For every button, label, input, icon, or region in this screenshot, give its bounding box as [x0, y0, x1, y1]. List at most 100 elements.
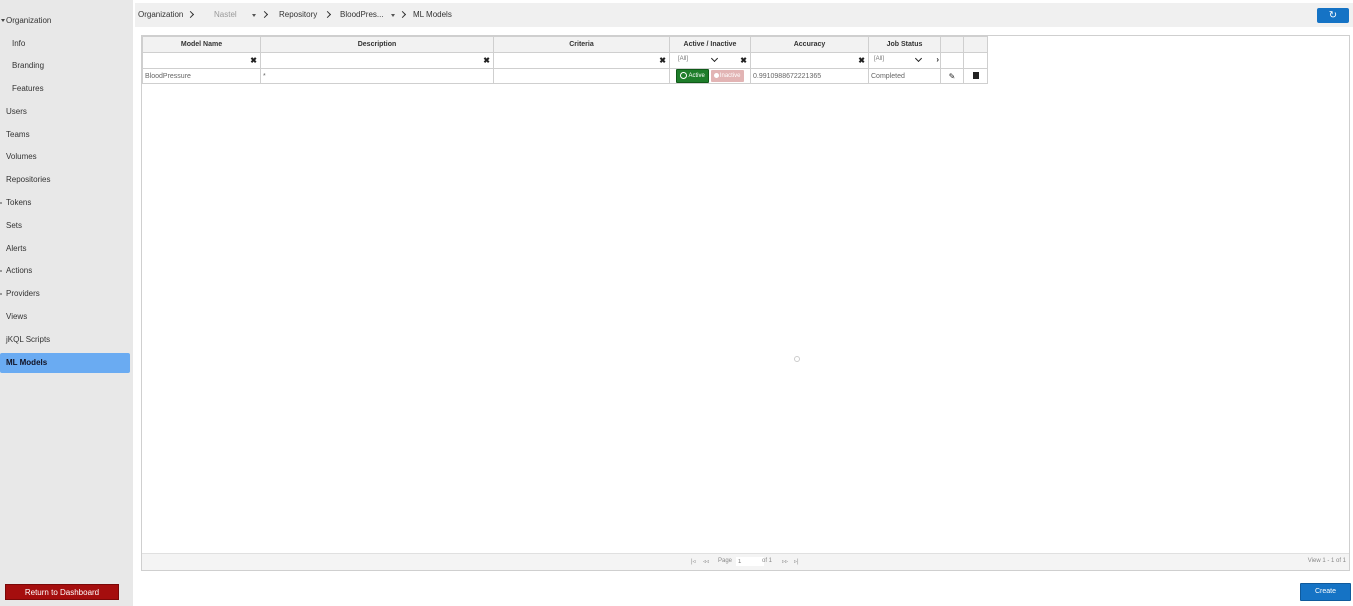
cell-active-toggle: Active Inactive: [669, 68, 751, 84]
trash-icon[interactable]: [972, 71, 979, 79]
cell-criteria: [493, 68, 670, 84]
sidebar-item-tokens[interactable]: Tokens: [0, 193, 136, 213]
collapsed-marker-icon: [0, 270, 2, 272]
cell-model-name: BloodPressure: [142, 68, 261, 84]
inactive-toggle-button[interactable]: Inactive: [710, 70, 744, 82]
sidebar-item-providers[interactable]: Providers: [0, 284, 136, 304]
return-to-dashboard-button[interactable]: Return to Dashboard: [5, 584, 119, 600]
chevron-right-icon: [323, 10, 332, 19]
chevron-down-icon: [710, 54, 719, 63]
sidebar-item-label: Alerts: [6, 244, 27, 253]
clear-filter-icon[interactable]: ✖: [483, 56, 490, 65]
breadcrumb: Organization Nastel Repository BloodPres…: [135, 3, 1353, 27]
create-button[interactable]: Create: [1300, 583, 1351, 601]
sidebar-item-info[interactable]: Info: [0, 34, 142, 54]
column-header-criteria[interactable]: Criteria: [493, 36, 670, 53]
page-count-label: of 1: [762, 558, 773, 564]
chevron-right-icon: ›: [936, 55, 939, 64]
sidebar-item-actions[interactable]: Actions: [0, 261, 136, 281]
cell-job-status: Completed: [868, 68, 941, 84]
next-page-icon[interactable]: ▹▹: [782, 558, 788, 565]
refresh-icon: ↻: [1328, 10, 1338, 21]
clear-filter-icon[interactable]: ✖: [740, 56, 747, 65]
filter-empty-cell: [963, 52, 988, 69]
clear-filter-icon[interactable]: ✖: [659, 56, 666, 65]
first-page-icon[interactable]: |◃: [691, 558, 696, 565]
filter-model-name-input[interactable]: ✖: [142, 52, 261, 69]
active-label: Active: [688, 73, 705, 79]
models-table: Model Name Description Criteria Active /…: [142, 36, 988, 84]
sidebar-item-volumes[interactable]: Volumes: [0, 147, 136, 167]
cell-description: *: [260, 68, 494, 84]
pager: |◃ ◃◃ Page of 1 ▹▹ ▹| View 1 - 1 of 1: [142, 553, 1349, 570]
sidebar-item-organization[interactable]: Organization: [0, 11, 136, 31]
sidebar-item-label: ML Models: [6, 358, 48, 367]
column-header-delete: [963, 36, 988, 53]
filter-criteria-input[interactable]: ✖: [493, 52, 670, 69]
dropdown-caret-icon[interactable]: [252, 14, 256, 17]
filter-description-input[interactable]: ✖: [260, 52, 494, 69]
clear-filter-icon[interactable]: ✖: [858, 56, 865, 65]
sidebar-item-views[interactable]: Views: [0, 307, 136, 327]
sidebar-item-label: Repositories: [6, 175, 51, 184]
sidebar-item-users[interactable]: Users: [0, 102, 136, 122]
sidebar-item-branding[interactable]: Branding: [0, 56, 142, 76]
filter-empty-cell: [940, 52, 964, 69]
sidebar: Organization Info Branding Features User…: [0, 0, 133, 606]
filter-job-status-select[interactable]: [All] ›: [868, 52, 941, 69]
breadcrumb-repo-name[interactable]: BloodPres...: [340, 3, 384, 27]
page-label: Page: [718, 558, 733, 564]
filter-select-value: [All]: [678, 56, 689, 62]
header-row: Model Name Description Criteria Active /…: [142, 36, 988, 53]
cell-delete: [963, 68, 988, 84]
filter-row: ✖ ✖ ✖ [All] ✖ ✖ [All] ›: [142, 52, 988, 69]
chevron-right-icon: [398, 10, 407, 19]
sidebar-item-label: Info: [12, 39, 26, 48]
clear-filter-icon[interactable]: ✖: [250, 56, 257, 65]
inactive-label: Inactive: [719, 73, 741, 79]
last-page-icon[interactable]: ▹|: [794, 558, 799, 565]
filter-active-select[interactable]: [All] ✖: [669, 52, 751, 69]
filter-accuracy-input[interactable]: ✖: [750, 52, 869, 69]
sidebar-item-label: jKQL Scripts: [6, 335, 51, 344]
sidebar-item-features[interactable]: Features: [0, 79, 142, 99]
sidebar-item-label: Features: [12, 84, 44, 93]
cell-edit: ✎: [940, 68, 964, 84]
pencil-icon[interactable]: ✎: [949, 72, 956, 81]
sidebar-item-sets[interactable]: Sets: [0, 216, 136, 236]
loading-indicator-icon: [794, 356, 800, 362]
ml-models-grid: Model Name Description Criteria Active /…: [141, 35, 1350, 571]
sidebar-item-label: Teams: [6, 130, 30, 139]
collapsed-marker-icon: [0, 293, 2, 295]
column-header-active-inactive[interactable]: Active / Inactive: [669, 36, 751, 53]
column-header-model-name[interactable]: Model Name: [142, 36, 261, 53]
active-toggle-button[interactable]: Active: [676, 69, 709, 83]
sidebar-item-label: Sets: [6, 221, 23, 230]
column-header-job-status[interactable]: Job Status: [868, 36, 941, 53]
sidebar-item-label: Users: [6, 107, 27, 116]
table-row[interactable]: BloodPressure * Active Inactive 0.9910988…: [142, 68, 988, 84]
breadcrumb-org-name[interactable]: Nastel: [214, 3, 237, 27]
sidebar-item-alerts[interactable]: Alerts: [0, 239, 136, 259]
breadcrumb-organization[interactable]: Organization: [138, 3, 183, 27]
sidebar-item-label: Volumes: [6, 152, 37, 161]
cell-accuracy: 0.9910988672221365: [750, 68, 869, 84]
prev-page-icon[interactable]: ◃◃: [703, 558, 709, 565]
sidebar-item-label: Actions: [6, 266, 33, 275]
column-header-accuracy[interactable]: Accuracy: [750, 36, 869, 53]
sidebar-item-ml-models[interactable]: ML Models: [0, 353, 130, 373]
page-number-input[interactable]: [736, 557, 764, 566]
expand-caret-icon: [1, 19, 5, 22]
sidebar-item-label: Tokens: [6, 198, 32, 207]
sidebar-item-teams[interactable]: Teams: [0, 125, 136, 145]
sidebar-item-jkql-scripts[interactable]: jKQL Scripts: [0, 330, 136, 350]
sidebar-item-repositories[interactable]: Repositories: [0, 170, 136, 190]
dropdown-caret-icon[interactable]: [391, 14, 395, 17]
refresh-button[interactable]: ↻: [1317, 8, 1349, 23]
filter-select-value: [All]: [874, 56, 885, 62]
main-panel: Organization Nastel Repository BloodPres…: [135, 0, 1353, 606]
column-header-description[interactable]: Description: [260, 36, 494, 53]
sidebar-item-label: Providers: [6, 289, 40, 298]
breadcrumb-repository[interactable]: Repository: [279, 3, 317, 27]
radio-icon: [680, 71, 688, 79]
